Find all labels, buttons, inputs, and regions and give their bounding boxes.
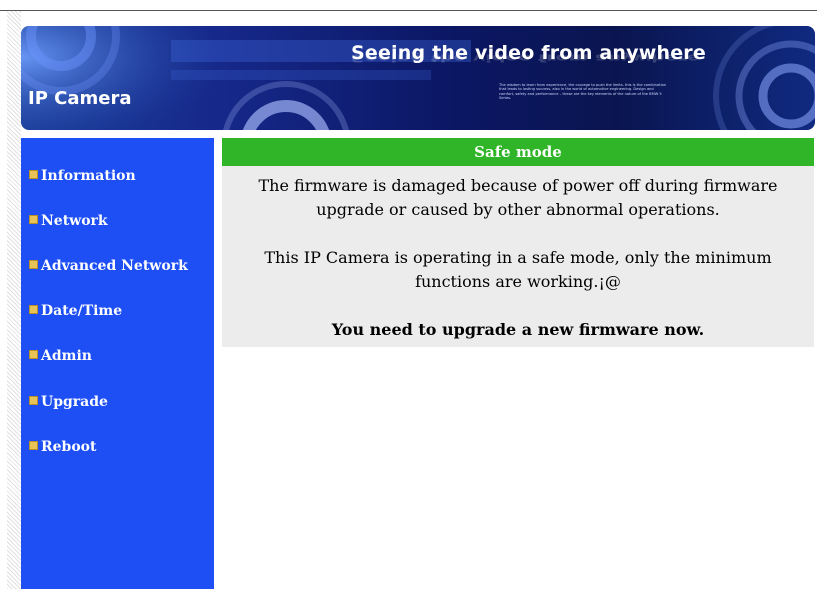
bullet-icon	[29, 350, 38, 359]
sidebar-item-date-time[interactable]: Date/Time	[29, 303, 122, 319]
top-border-line	[0, 10, 817, 11]
sidebar-item-upgrade[interactable]: Upgrade	[29, 394, 108, 410]
sidebar-item-label: Network	[41, 213, 108, 229]
header-banner: Seeing the video from anywhere Seeing th…	[21, 26, 815, 130]
banner-title-reflection: Seeing the video from anywhere	[351, 51, 700, 64]
banner-fine-print: The wisdom to learn from experience, the…	[499, 83, 667, 101]
safe-mode-panel: Safe mode The firmware is damaged becaus…	[222, 138, 814, 347]
sidebar-item-label: Information	[41, 168, 136, 184]
sidebar-item-advanced-network[interactable]: Advanced Network	[29, 258, 188, 274]
sidebar-item-information[interactable]: Information	[29, 168, 136, 184]
sidebar-item-label: Admin	[41, 348, 92, 364]
message-damaged-line-2: upgrade or caused by other abnormal oper…	[316, 200, 720, 219]
sidebar-item-label: Advanced Network	[41, 258, 188, 274]
message-damaged-line-1: The firmware is damaged because of power…	[258, 176, 778, 195]
brand-logo-text: IP Camera	[28, 88, 132, 109]
bullet-icon	[29, 215, 38, 224]
message-upgrade-required: You need to upgrade a new firmware now.	[331, 320, 705, 339]
message-safe-mode-line-1: This IP Camera is operating in a safe mo…	[264, 248, 772, 267]
bullet-icon	[29, 441, 38, 450]
sidebar-nav: Information Network Advanced Network Dat…	[21, 138, 214, 589]
sidebar-item-label: Upgrade	[41, 394, 108, 410]
sidebar-item-label: Date/Time	[41, 303, 123, 319]
sidebar-item-reboot[interactable]: Reboot	[29, 439, 96, 455]
bullet-icon	[29, 305, 38, 314]
panel-title: Safe mode	[222, 138, 814, 166]
bullet-icon	[29, 260, 38, 269]
message-safe-mode-line-2: functions are working.¡@	[415, 272, 621, 291]
sidebar-item-network[interactable]: Network	[29, 213, 108, 229]
sidebar-item-label: Reboot	[41, 439, 97, 455]
bullet-icon	[29, 396, 38, 405]
sidebar-item-admin[interactable]: Admin	[29, 348, 92, 364]
left-decorative-stripe	[7, 11, 21, 589]
bullet-icon	[29, 170, 38, 179]
